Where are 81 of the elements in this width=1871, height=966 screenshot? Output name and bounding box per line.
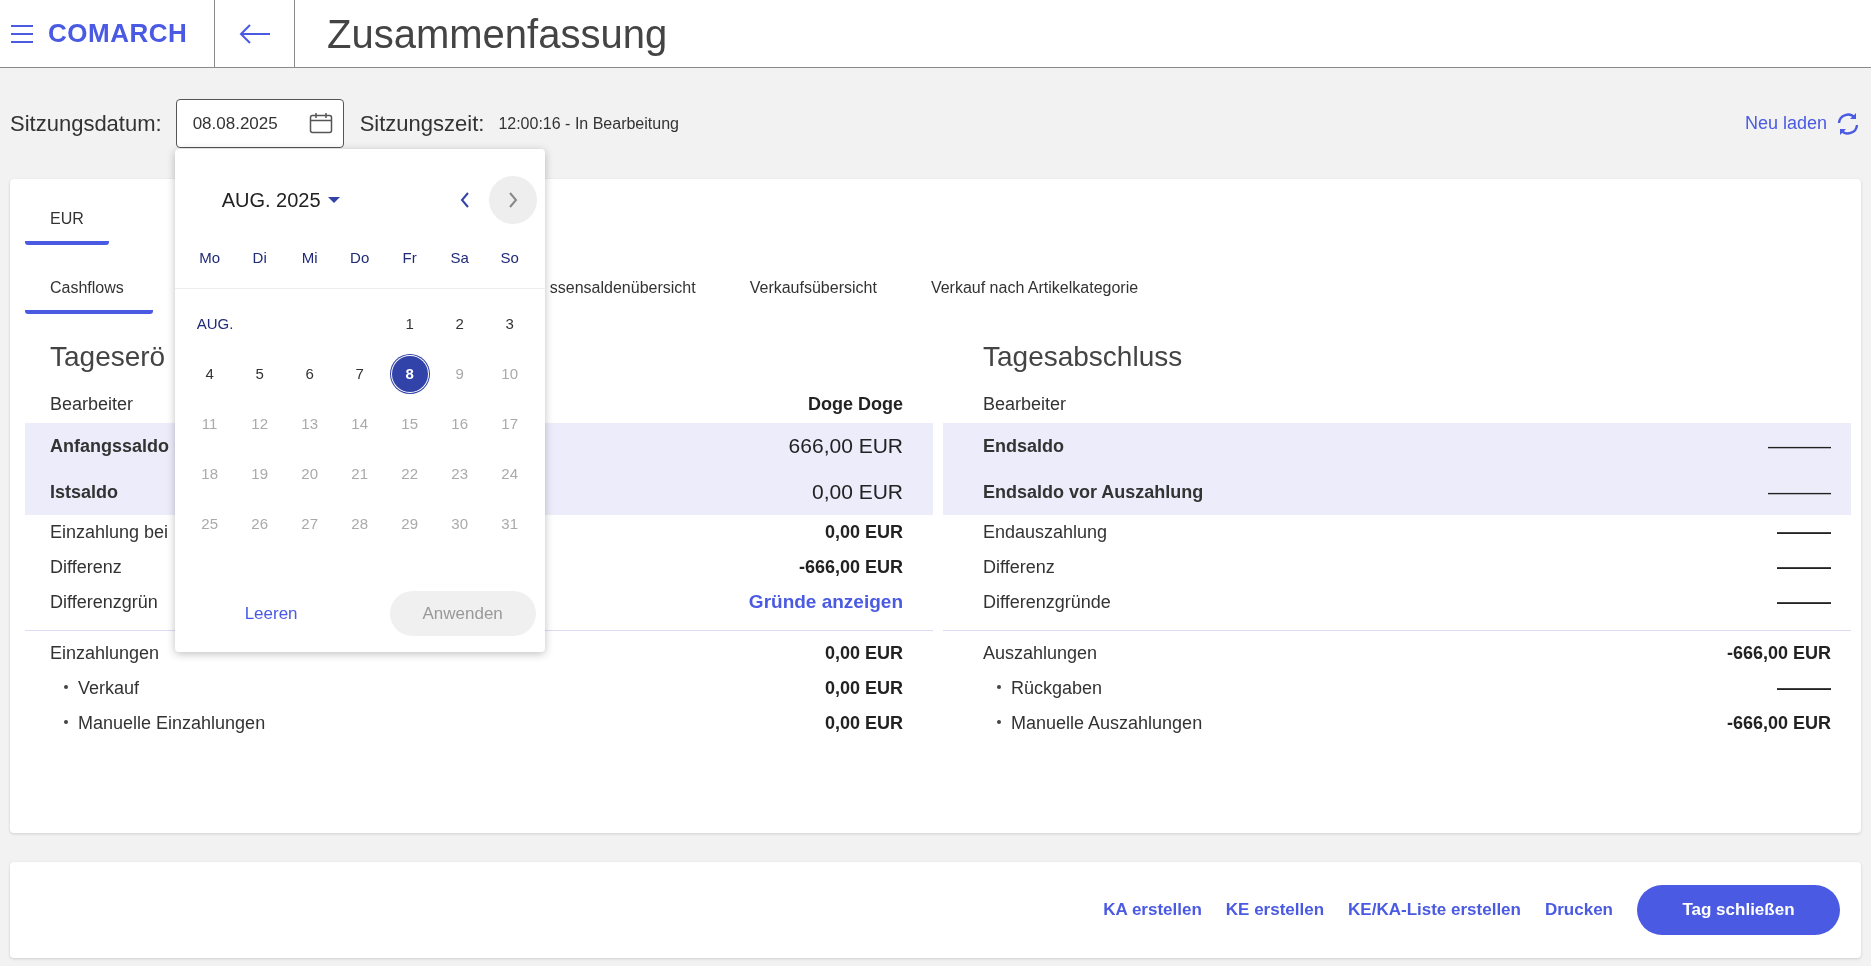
- row-value: ———: [1768, 479, 1831, 506]
- reload-button[interactable]: Neu laden: [1744, 110, 1861, 137]
- caret-icon: [326, 196, 341, 204]
- date-field[interactable]: 08.08.2025: [175, 99, 344, 148]
- row-label: Istsaldo: [50, 480, 119, 504]
- row-value: ———: [1777, 556, 1831, 579]
- month-label: AUG.: [195, 313, 234, 334]
- row-value: 666,00 EUR: [788, 433, 903, 460]
- tab[interactable]: Verkaufsübersicht: [724, 268, 906, 314]
- weekday-label: Mi: [300, 248, 319, 269]
- section-title: Tagesabschluss: [983, 341, 1183, 372]
- tab[interactable]: Verkauf nach Artikelkategorie: [905, 268, 1168, 314]
- bullet-icon: [64, 685, 68, 689]
- row-label: Rückgaben: [1011, 677, 1103, 700]
- row-label: Differenzgründe: [983, 591, 1111, 614]
- month-select[interactable]: AUG. 2025: [221, 185, 341, 215]
- row-label: Verkauf: [78, 677, 140, 700]
- action-link[interactable]: Drucken: [1532, 897, 1625, 923]
- bullet-icon: [997, 685, 1001, 689]
- logo: COMARCH: [48, 17, 188, 50]
- day-cell[interactable]: 6: [291, 356, 328, 392]
- row-label: Einzahlungen: [50, 642, 160, 665]
- row-label: Anfangssaldo: [50, 434, 169, 458]
- row-label: Endsaldo: [983, 434, 1064, 458]
- day-cell[interactable]: 8: [391, 356, 428, 392]
- row-value: -666,00 EUR: [1726, 642, 1831, 665]
- row-label: Auszahlungen: [983, 642, 1098, 665]
- action-link[interactable]: KE erstellen: [1213, 897, 1337, 923]
- row-label: Differenz: [50, 556, 122, 579]
- menu-icon[interactable]: [10, 23, 34, 44]
- page-title: Zusammenfassung: [327, 10, 668, 58]
- row-value: -666,00 EUR: [1726, 712, 1831, 735]
- calendar-icon[interactable]: [308, 112, 333, 134]
- row-value: ———: [1768, 433, 1831, 460]
- tab[interactable]: Cashflows: [25, 268, 153, 314]
- clear-button[interactable]: Leeren: [174, 600, 298, 627]
- weekday-label: Di: [251, 248, 268, 269]
- weekday-label: Do: [349, 248, 371, 269]
- row-value: ———: [1777, 521, 1831, 544]
- bullet-icon: [64, 720, 68, 724]
- row-value: 0,00 EUR: [824, 712, 903, 735]
- row-value: ———: [1777, 591, 1831, 614]
- day-cell[interactable]: 7: [341, 356, 378, 392]
- weekday-label: Sa: [449, 248, 470, 269]
- row-value: 0,00 EUR: [811, 479, 903, 506]
- weekday-label: Mo: [198, 248, 222, 269]
- day-cell[interactable]: 4: [191, 356, 228, 392]
- bullet-icon: [997, 720, 1001, 724]
- session-time: 12:00:16 - In Bearbeitung: [498, 113, 679, 134]
- tab[interactable]: EUR: [25, 199, 109, 245]
- refresh-icon[interactable]: [1835, 111, 1861, 136]
- row-label: Manuelle Auszahlungen: [1011, 712, 1203, 735]
- row-label: Bearbeiter: [50, 392, 134, 416]
- action-link[interactable]: KA erstellen: [1091, 897, 1214, 923]
- row-label: Manuelle Einzahlungen: [78, 712, 266, 735]
- row-value: ———: [1777, 677, 1831, 700]
- row-value: 0,00 EUR: [824, 521, 903, 544]
- close-day-button[interactable]: Tag schließen: [1637, 885, 1840, 935]
- time-label: Sitzungszeit:: [359, 110, 485, 138]
- day-cell[interactable]: 5: [241, 356, 278, 392]
- day-cell[interactable]: 1: [391, 306, 428, 342]
- row-value: 0,00 EUR: [824, 677, 903, 700]
- row-label: Endauszahlung: [983, 521, 1108, 544]
- row-label: Differenz: [983, 556, 1055, 579]
- chevron-left-icon: [459, 192, 470, 208]
- day-cell[interactable]: 2: [441, 306, 478, 342]
- weekday-label: Fr: [401, 248, 418, 269]
- row-label: Differenzgrün: [50, 591, 158, 614]
- show-reasons-link[interactable]: Gründe anzeigen: [748, 588, 903, 617]
- chevron-right-icon: [507, 192, 518, 208]
- row-value: 0,00 EUR: [824, 642, 903, 665]
- action-link[interactable]: KE/KA-Liste erstellen: [1336, 897, 1533, 923]
- date-label: Sitzungsdatum:: [10, 110, 162, 138]
- weekday-label: So: [499, 248, 520, 269]
- back-arrow-icon[interactable]: [238, 23, 271, 44]
- row-value: -666,00 EUR: [798, 556, 903, 579]
- row-label: Einzahlung bei: [50, 521, 169, 544]
- row-value: Doge Doge: [808, 392, 903, 416]
- section-title: Tageserö: [50, 341, 166, 372]
- row-label: Bearbeiter: [983, 392, 1067, 416]
- row-label: Endsaldo vor Auszahlung: [983, 480, 1204, 504]
